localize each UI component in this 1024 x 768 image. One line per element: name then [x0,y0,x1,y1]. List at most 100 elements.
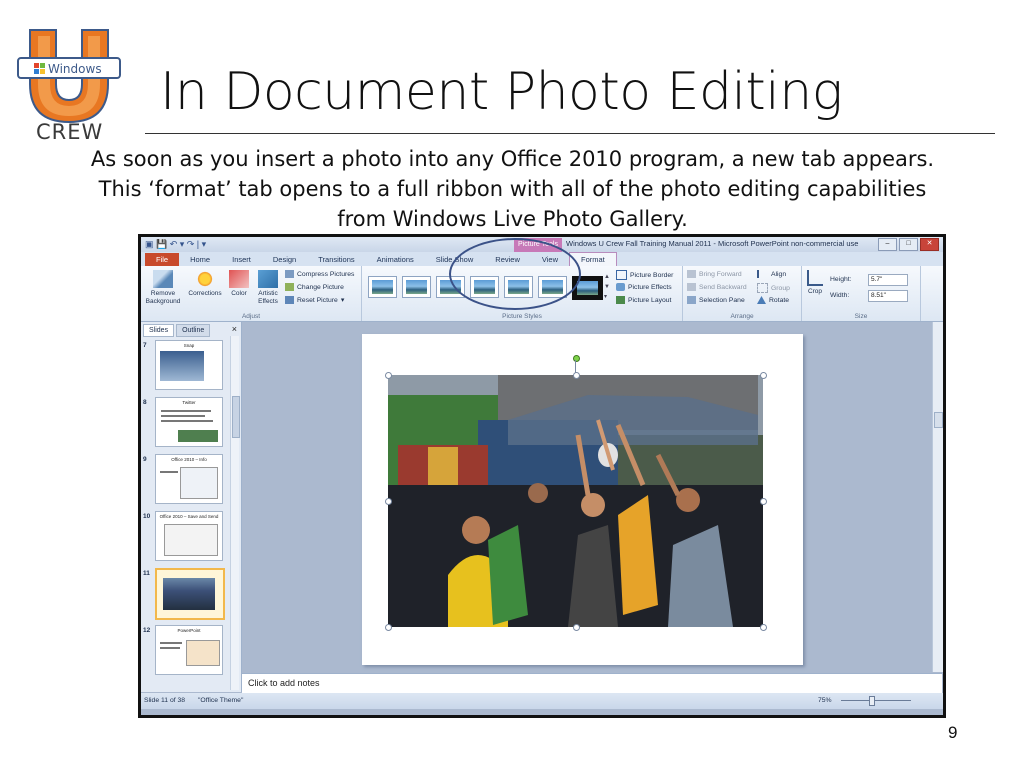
align-button[interactable]: Align [757,270,786,278]
remove-background-icon [153,270,173,288]
selection-pane-icon [687,296,696,304]
resize-handle-tr[interactable] [760,372,767,379]
zoom-level[interactable]: 75% [818,697,832,704]
corrections-button[interactable]: Corrections [187,270,223,298]
artistic-effects-label: Artistic Effects [258,290,278,305]
styles-gallery-scroll[interactable]: ▲ ▼ ▾ [604,272,610,302]
resize-handle-bl[interactable] [385,624,392,631]
group-label: Group [771,284,790,292]
picture-styles-group-label: Picture Styles [502,313,542,320]
selection-pane-label: Selection Pane [699,296,745,304]
maximize-icon[interactable]: □ [899,238,918,251]
change-picture-button[interactable]: Change Picture [285,283,344,291]
bring-forward-icon [687,270,696,278]
pane-scrollbar[interactable] [230,336,240,690]
resize-handle-tl[interactable] [385,372,392,379]
slide-thumbnail-7[interactable]: Snap [155,340,223,390]
arrange-group-label: Arrange [730,313,754,320]
artistic-effects-button[interactable]: Artistic Effects [253,270,283,306]
slide-canvas [242,322,932,672]
rotate-label: Rotate [769,296,790,304]
thumb-image [180,467,218,499]
status-bar: Slide 11 of 38 "Office Theme" 75% [141,693,943,709]
slide-thumbnail-8[interactable]: Twitter [155,397,223,447]
tab-home[interactable]: Home [179,253,221,266]
notes-pane[interactable]: Click to add notes [242,673,942,693]
color-button[interactable]: Color [227,270,251,298]
tab-animations[interactable]: Animations [366,253,425,266]
thumb-image [178,430,218,442]
thumb-number: 12 [143,627,151,634]
close-icon[interactable]: ✕ [920,238,939,251]
notes-placeholder[interactable]: Click to add notes [248,678,320,688]
crop-button[interactable]: Crop [804,270,826,296]
picture-effects-label: Picture Effects [628,283,672,291]
title-divider [145,133,995,134]
adjust-group: Remove Background Corrections Color Arti… [141,266,362,321]
picture-effects-button[interactable]: Picture Effects [616,283,672,291]
minimize-icon[interactable]: – [878,238,897,251]
compress-icon [285,270,294,278]
bring-forward-button[interactable]: Bring Forward [687,270,742,278]
thumb-title: Office 2010 – Info [171,457,207,462]
color-icon [229,270,249,288]
width-label: Width: [830,292,850,299]
tab-design[interactable]: Design [262,253,307,266]
slide-thumbnail-11-selected[interactable] [155,568,225,620]
resize-handle-right[interactable] [760,498,767,505]
remove-background-button[interactable]: Remove Background [145,270,181,306]
picture-border-button[interactable]: Picture Border [616,270,673,280]
picture-layout-icon [616,296,625,304]
tab-insert[interactable]: Insert [221,253,262,266]
current-slide[interactable] [362,334,803,665]
slide-thumbnail-10[interactable]: Office 2010 – Save and Send [155,511,223,561]
zoom-slider[interactable] [841,700,911,701]
picture-layout-button[interactable]: Picture Layout [616,296,671,304]
thumb-title: PowerPoint [177,628,201,633]
slide-body-text: As soon as you insert a photo into any O… [90,147,935,231]
picture-border-label: Picture Border [630,271,674,279]
resize-handle-left[interactable] [385,498,392,505]
slide-thumbnail-12[interactable]: PowerPoint [155,625,223,675]
thumb-number: 11 [143,570,150,577]
sun-icon [195,270,215,288]
resize-handle-br[interactable] [760,624,767,631]
picture-style-1[interactable] [368,276,397,298]
resize-handle-bottom[interactable] [573,624,580,631]
slide-thumbnail-9[interactable]: Office 2010 – Info [155,454,223,504]
crop-icon [807,270,823,286]
canvas-scroll-thumb[interactable] [934,412,943,428]
height-field[interactable]: 5.7" [868,274,908,286]
pane-scroll-thumb[interactable] [232,396,240,438]
picture-style-2[interactable] [402,276,431,298]
window-controls: – □ ✕ [878,238,939,251]
zoom-slider-knob[interactable] [869,696,875,706]
rotate-button[interactable]: Rotate [757,296,789,304]
selection-pane-button[interactable]: Selection Pane [687,296,745,304]
group-icon [757,283,768,293]
width-field[interactable]: 8.51" [868,290,908,302]
thumb-image [160,351,204,381]
arrange-group: Bring Forward Send Backward Selection Pa… [683,266,802,321]
send-backward-icon [687,283,696,291]
tab-transitions[interactable]: Transitions [307,253,365,266]
crop-label: Crop [807,288,823,295]
canvas-vertical-scrollbar[interactable] [932,322,943,672]
send-backward-label: Send Backward [699,283,747,291]
tab-slides[interactable]: Slides [143,324,175,337]
reset-picture-icon [285,296,294,304]
pane-close-icon[interactable]: × [232,324,237,334]
group-photo-image[interactable] [388,375,763,627]
thumb-title: Twitter [182,400,196,405]
color-label: Color [231,290,247,297]
quick-access-toolbar[interactable]: ▣ 💾 ↶ ▾ ↷ | ▾ [145,239,206,250]
send-backward-button[interactable]: Send Backward [687,283,747,291]
tab-outline[interactable]: Outline [176,324,211,337]
reset-picture-button[interactable]: Reset Picture ▾ [285,296,344,304]
picture-effects-icon [616,283,625,291]
group-button[interactable]: Group [757,283,790,293]
compress-pictures-button[interactable]: Compress Pictures [285,270,354,278]
resize-handle-top[interactable] [573,372,580,379]
thumb-image [164,524,218,556]
tab-file[interactable]: File [145,253,180,266]
